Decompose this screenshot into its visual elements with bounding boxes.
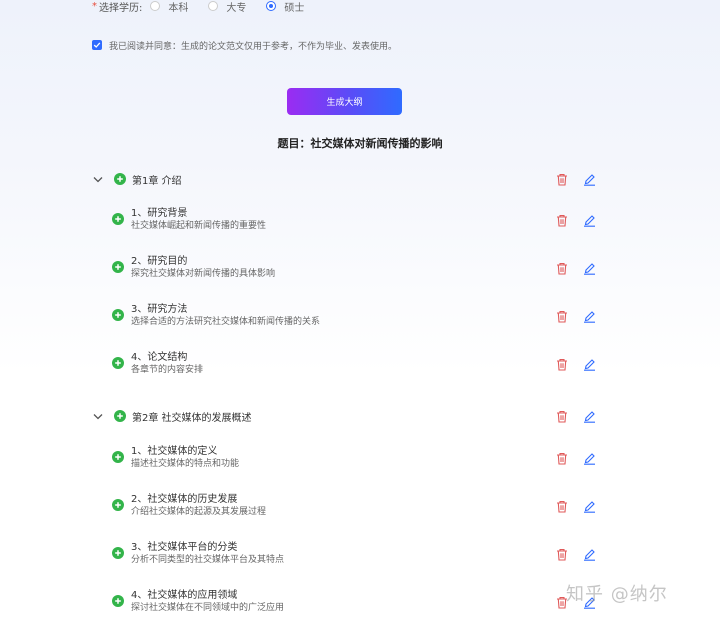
- section-actions: [555, 498, 596, 514]
- section-2-3: 3、社交媒体平台的分类 分析不同类型的社交媒体平台及其特点: [112, 541, 284, 567]
- add-icon[interactable]: [112, 595, 124, 607]
- degree-label: 选择学历:: [99, 2, 143, 14]
- section-actions: [555, 356, 596, 372]
- section-1-2: 2、研究目的 探究社交媒体对新闻传播的具体影响: [112, 255, 275, 281]
- generate-outline-button[interactable]: 生成大纲: [287, 88, 402, 115]
- required-mark: *: [92, 0, 97, 12]
- radio-dot[interactable]: [150, 1, 161, 11]
- paper-title: 题目：社交媒体对新闻传播的影响: [277, 137, 443, 150]
- pencil-icon[interactable]: [582, 172, 596, 186]
- chapter-actions: [555, 408, 596, 424]
- pencil-icon[interactable]: [582, 261, 596, 275]
- add-icon[interactable]: [112, 547, 124, 559]
- pencil-icon[interactable]: [582, 499, 596, 513]
- section-desc: 分析不同类型的社交媒体平台及其特点: [131, 555, 285, 565]
- add-icon[interactable]: [112, 499, 124, 511]
- section-2-2: 2、社交媒体的历史发展 介绍社交媒体的起源及其发展过程: [112, 493, 266, 519]
- pencil-icon[interactable]: [582, 409, 596, 423]
- trash-icon[interactable]: [555, 213, 569, 227]
- add-icon[interactable]: [114, 173, 126, 185]
- section-title: 3、研究方法: [131, 304, 188, 315]
- chapter-actions: [555, 171, 596, 187]
- add-icon[interactable]: [114, 410, 126, 422]
- radio-dot[interactable]: [266, 1, 277, 11]
- chevron-down-icon[interactable]: [92, 173, 104, 185]
- add-icon[interactable]: [112, 309, 124, 321]
- pencil-icon[interactable]: [582, 547, 596, 561]
- check-icon: [93, 42, 101, 48]
- section-title: 4、社交媒体的应用领域: [131, 590, 238, 601]
- radio-dot[interactable]: [208, 1, 219, 11]
- add-icon[interactable]: [112, 261, 124, 273]
- section-desc: 介绍社交媒体的起源及其发展过程: [131, 507, 267, 517]
- chapter-2: 第2章 社交媒体的发展概述: [92, 407, 252, 425]
- section-title: 2、社交媒体的历史发展: [131, 494, 238, 505]
- section-desc: 探究社交媒体对新闻传播的具体影响: [131, 269, 276, 279]
- add-icon[interactable]: [112, 213, 124, 225]
- radio-label: 大专: [226, 2, 247, 14]
- section-title: 3、社交媒体平台的分类: [131, 542, 238, 553]
- pencil-icon[interactable]: [582, 309, 596, 323]
- radio-master[interactable]: 硕士: [266, 0, 304, 14]
- chevron-down-icon[interactable]: [92, 410, 104, 422]
- trash-icon[interactable]: [555, 451, 569, 465]
- section-actions: [555, 308, 596, 324]
- chapter-label: 第2章 社交媒体的发展概述: [132, 412, 252, 424]
- section-1-3: 3、研究方法 选择合适的方法研究社交媒体和新闻传播的关系: [112, 303, 320, 329]
- section-2-1: 1、社交媒体的定义 描述社交媒体的特点和功能: [112, 445, 239, 471]
- section-actions: [555, 450, 596, 466]
- section-1-4: 4、论文结构 各章节的内容安排: [112, 351, 203, 377]
- chapter-label: 第1章 介绍: [132, 175, 182, 187]
- section-title: 2、研究目的: [131, 256, 188, 267]
- trash-icon[interactable]: [555, 172, 569, 186]
- radio-bachelor[interactable]: 本科: [150, 0, 188, 14]
- radio-label: 硕士: [284, 2, 305, 14]
- agreement-row: 我已阅读并同意：生成的论文范文仅用于参考，不作为毕业、发表使用。: [92, 38, 397, 52]
- section-actions: [555, 212, 596, 228]
- section-2-4: 4、社交媒体的应用领域 探讨社交媒体在不同领域中的广泛应用: [112, 589, 284, 615]
- section-desc: 探讨社交媒体在不同领域中的广泛应用: [131, 603, 285, 613]
- trash-icon[interactable]: [555, 547, 569, 561]
- section-title: 4、论文结构: [131, 352, 188, 363]
- chapter-1: 第1章 介绍: [92, 170, 182, 188]
- agreement-checkbox[interactable]: [92, 40, 102, 50]
- section-desc: 各章节的内容安排: [131, 365, 204, 375]
- add-icon[interactable]: [112, 451, 124, 463]
- add-icon[interactable]: [112, 357, 124, 369]
- trash-icon[interactable]: [555, 499, 569, 513]
- radio-label: 本科: [168, 2, 189, 14]
- trash-icon[interactable]: [555, 309, 569, 323]
- section-desc: 描述社交媒体的特点和功能: [131, 459, 240, 469]
- section-actions: [555, 546, 596, 562]
- section-desc: 社交媒体崛起和新闻传播的重要性: [131, 221, 267, 231]
- trash-icon[interactable]: [555, 357, 569, 371]
- agreement-text: 我已阅读并同意：生成的论文范文仅用于参考，不作为毕业、发表使用。: [109, 41, 398, 52]
- section-title: 1、研究背景: [131, 208, 188, 219]
- degree-selector: * 选择学历: 本科 大专 硕士: [92, 0, 324, 14]
- section-title: 1、社交媒体的定义: [131, 446, 218, 457]
- section-actions: [555, 260, 596, 276]
- radio-associate[interactable]: 大专: [208, 0, 246, 14]
- section-1-1: 1、研究背景 社交媒体崛起和新闻传播的重要性: [112, 207, 266, 233]
- trash-icon[interactable]: [555, 261, 569, 275]
- pencil-icon[interactable]: [582, 357, 596, 371]
- trash-icon[interactable]: [555, 409, 569, 423]
- section-desc: 选择合适的方法研究社交媒体和新闻传播的关系: [131, 317, 321, 327]
- pencil-icon[interactable]: [582, 213, 596, 227]
- watermark: 知乎 @纳尔: [566, 584, 668, 605]
- pencil-icon[interactable]: [582, 451, 596, 465]
